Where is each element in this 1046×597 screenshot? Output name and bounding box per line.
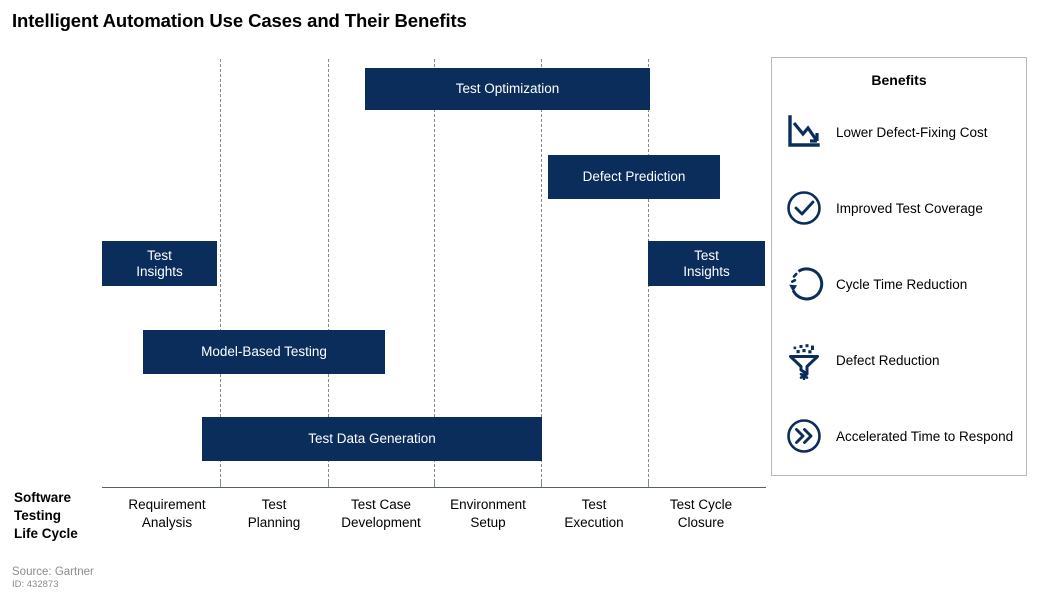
source-text: Source: Gartner <box>12 566 94 578</box>
bar-test-insights-right[interactable]: Test Insights <box>648 241 765 286</box>
axis-category-label: Test Case Development <box>341 497 421 530</box>
legend-item-label: Defect Reduction <box>836 352 940 368</box>
x-axis-line <box>102 487 766 488</box>
legend-item-label: Lower Defect-Fixing Cost <box>836 124 988 140</box>
check-circle-icon <box>782 186 826 230</box>
bar-model-based-testing[interactable]: Model-Based Testing <box>143 330 385 374</box>
axis-title: Software Testing Life Cycle <box>14 490 78 541</box>
bar-test-insights-left[interactable]: Test Insights <box>102 241 217 286</box>
legend-panel: Benefits Lower Defect-Fixing Cost Improv… <box>771 57 1027 476</box>
legend-item-defect-reduction[interactable]: Defect Reduction <box>782 337 1022 383</box>
bar-label: Test Optimization <box>455 81 560 96</box>
legend-title: Benefits <box>871 72 927 88</box>
axis-category-label: Environment Setup <box>450 497 526 530</box>
funnel-filter-icon <box>782 338 826 382</box>
double-chevron-circle-icon <box>782 414 826 458</box>
bar-label: Test Data Generation <box>308 431 436 446</box>
declining-line-chart-icon <box>782 110 826 154</box>
bar-test-optimization[interactable]: Test Optimization <box>365 68 650 110</box>
clock-arrow-icon <box>782 262 826 306</box>
bar-defect-prediction[interactable]: Defect Prediction <box>548 155 720 199</box>
id-text: ID: 432873 <box>12 579 59 590</box>
axis-category-label: Requirement Analysis <box>128 497 206 530</box>
bar-label: Defect Prediction <box>582 169 686 184</box>
bar-label: Test Insights <box>683 247 730 279</box>
legend-item-label: Improved Test Coverage <box>836 200 983 216</box>
axis-category-label: Test Planning <box>247 497 301 530</box>
legend-item-label: Cycle Time Reduction <box>836 276 968 292</box>
legend-item-cycle-time-reduction[interactable]: Cycle Time Reduction <box>782 261 1022 307</box>
axis-category-label: Test Cycle Closure <box>669 497 733 530</box>
legend-item-improved-test-coverage[interactable]: Improved Test Coverage <box>782 185 1022 231</box>
chart-page: Intelligent Automation Use Cases and The… <box>0 0 1046 597</box>
legend-item-accelerated-time-to-respond[interactable]: Accelerated Time to Respond <box>782 413 1022 459</box>
bar-test-data-generation[interactable]: Test Data Generation <box>202 417 542 461</box>
bar-label: Test Insights <box>136 247 183 279</box>
legend-item-label: Accelerated Time to Respond <box>836 428 1014 444</box>
axis-category-label: Test Execution <box>564 497 624 530</box>
plot-area: Test Optimization Defect Prediction Test… <box>0 0 780 541</box>
bar-label: Model-Based Testing <box>201 344 327 359</box>
legend-item-lower-defect-fixing-cost[interactable]: Lower Defect-Fixing Cost <box>782 109 1022 155</box>
